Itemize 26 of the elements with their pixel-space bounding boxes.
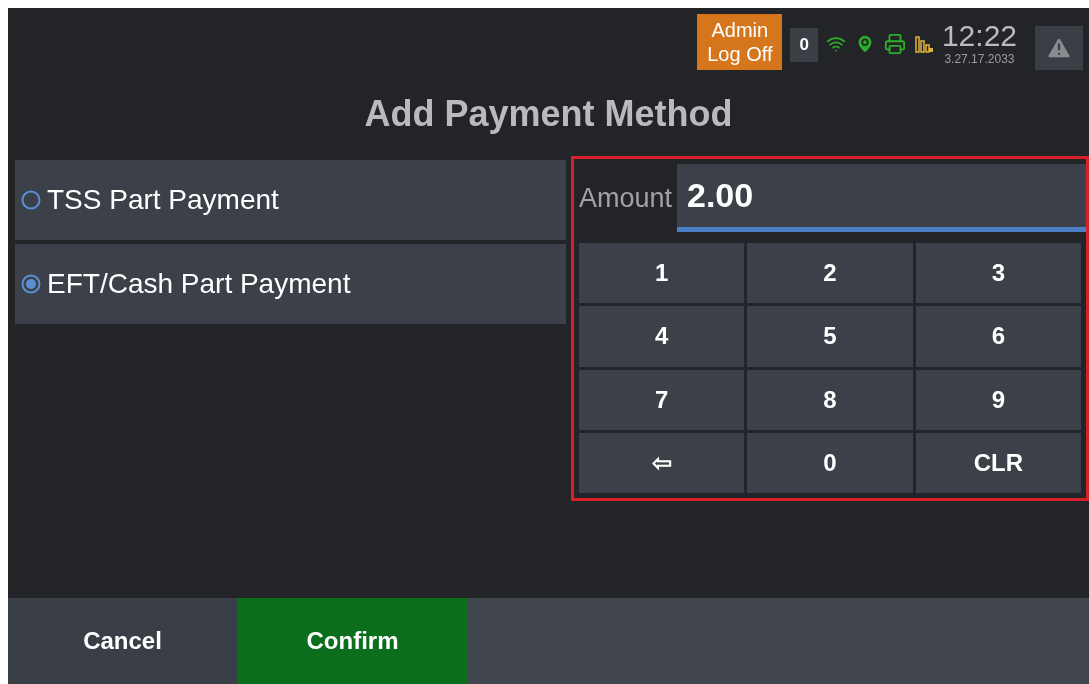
keypad-key[interactable]: 6 (915, 306, 1081, 367)
amount-label: Amount (577, 181, 673, 215)
wifi-icon (825, 34, 846, 54)
confirm-button[interactable]: Confirm (238, 598, 467, 684)
keypad-key[interactable]: 5 (747, 306, 913, 367)
keypad-key[interactable]: 9 (915, 369, 1081, 430)
printer-icon (883, 33, 906, 55)
keypad-key[interactable]: 8 (747, 369, 913, 430)
keypad-key[interactable]: 0 (747, 432, 913, 493)
payment-option[interactable]: EFT/Cash Part Payment (15, 244, 566, 324)
date-text: 3.27.17.2033 (944, 52, 1015, 66)
keypad-key[interactable]: 7 (578, 369, 745, 430)
cancel-button[interactable]: Cancel (8, 598, 237, 684)
keypad-key[interactable]: CLR (915, 432, 1081, 493)
clock-time: 12:22 (941, 20, 1017, 52)
counter-badge: 0 (790, 28, 818, 62)
keypad-key[interactable]: 2 (747, 243, 913, 304)
payment-option[interactable]: TSS Part Payment (15, 160, 566, 240)
keypad-key[interactable]: 3 (915, 243, 1081, 304)
page-title: Add Payment Method (364, 92, 733, 136)
amount-field[interactable]: 2.00 (677, 164, 1086, 232)
bar-chart-icon (913, 34, 934, 54)
keypad-key[interactable]: ⇦ (578, 432, 745, 493)
keypad-key[interactable]: 4 (578, 306, 745, 367)
keypad-key[interactable]: 1 (578, 243, 745, 304)
warning-button[interactable] (1035, 26, 1083, 70)
